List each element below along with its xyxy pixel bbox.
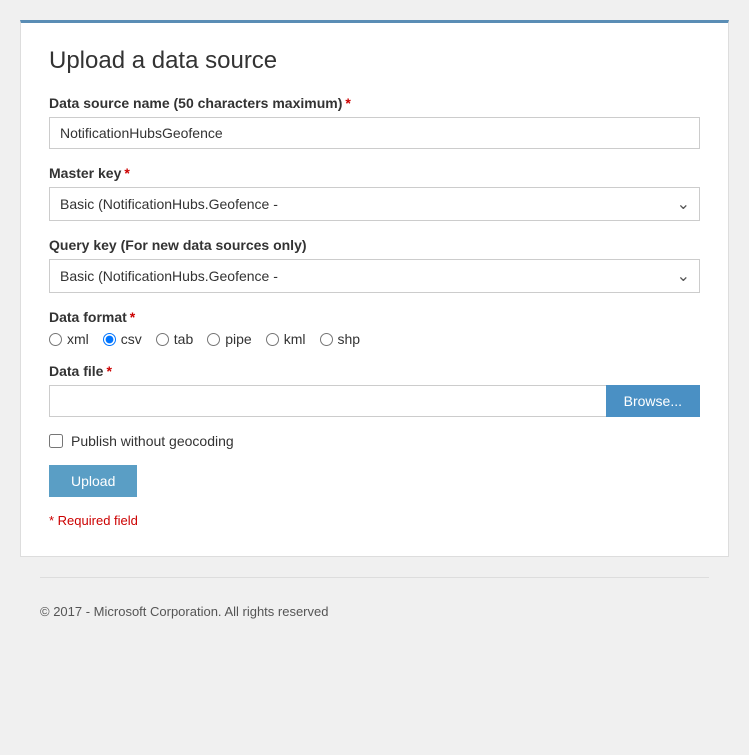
radio-xml[interactable]: [49, 333, 62, 346]
publish-geocoding-label[interactable]: Publish without geocoding: [71, 433, 234, 449]
master-key-label: Master key*: [49, 165, 700, 181]
form-card: Upload a data source Data source name (5…: [20, 20, 729, 557]
data-file-label: Data file*: [49, 363, 700, 379]
required-star-file: *: [106, 363, 111, 379]
radio-csv[interactable]: [103, 333, 116, 346]
query-key-group: Query key (For new data sources only) Ba…: [49, 237, 700, 293]
query-key-select[interactable]: Basic (NotificationHubs.Geofence -: [49, 259, 700, 293]
required-star-master: *: [124, 165, 129, 181]
radio-kml-label[interactable]: kml: [266, 331, 306, 347]
query-key-label: Query key (For new data sources only): [49, 237, 700, 253]
data-format-radio-group: xml csv tab pipe kml shp: [49, 331, 700, 347]
query-key-select-wrapper: Basic (NotificationHubs.Geofence - ⌄: [49, 259, 700, 293]
radio-tab-label[interactable]: tab: [156, 331, 193, 347]
upload-button[interactable]: Upload: [49, 465, 137, 497]
footer-text: © 2017 - Microsoft Corporation. All righ…: [40, 604, 328, 619]
page-title: Upload a data source: [49, 47, 700, 75]
file-input-row: Browse...: [49, 385, 700, 417]
radio-pipe[interactable]: [207, 333, 220, 346]
main-container: Upload a data source Data source name (5…: [0, 0, 749, 655]
footer-divider: [40, 577, 709, 578]
data-source-name-group: Data source name (50 characters maximum)…: [49, 95, 700, 149]
required-field-note: * Required field: [49, 513, 700, 528]
radio-shp-label[interactable]: shp: [320, 331, 361, 347]
master-key-select[interactable]: Basic (NotificationHubs.Geofence -: [49, 187, 700, 221]
data-source-name-input[interactable]: [49, 117, 700, 149]
publish-geocoding-row: Publish without geocoding: [49, 433, 700, 449]
master-key-group: Master key* Basic (NotificationHubs.Geof…: [49, 165, 700, 221]
radio-pipe-label[interactable]: pipe: [207, 331, 251, 347]
radio-shp[interactable]: [320, 333, 333, 346]
data-source-name-label: Data source name (50 characters maximum)…: [49, 95, 700, 111]
publish-geocoding-checkbox[interactable]: [49, 434, 63, 448]
data-format-group: Data format* xml csv tab pipe kml: [49, 309, 700, 347]
required-star-name: *: [345, 95, 350, 111]
radio-csv-label[interactable]: csv: [103, 331, 142, 347]
required-star-format: *: [130, 309, 135, 325]
data-file-group: Data file* Browse...: [49, 363, 700, 417]
radio-kml[interactable]: [266, 333, 279, 346]
browse-button[interactable]: Browse...: [606, 385, 700, 417]
footer: © 2017 - Microsoft Corporation. All righ…: [20, 588, 749, 635]
data-file-input[interactable]: [49, 385, 606, 417]
radio-tab[interactable]: [156, 333, 169, 346]
master-key-select-wrapper: Basic (NotificationHubs.Geofence - ⌄: [49, 187, 700, 221]
data-format-label: Data format*: [49, 309, 700, 325]
radio-xml-label[interactable]: xml: [49, 331, 89, 347]
